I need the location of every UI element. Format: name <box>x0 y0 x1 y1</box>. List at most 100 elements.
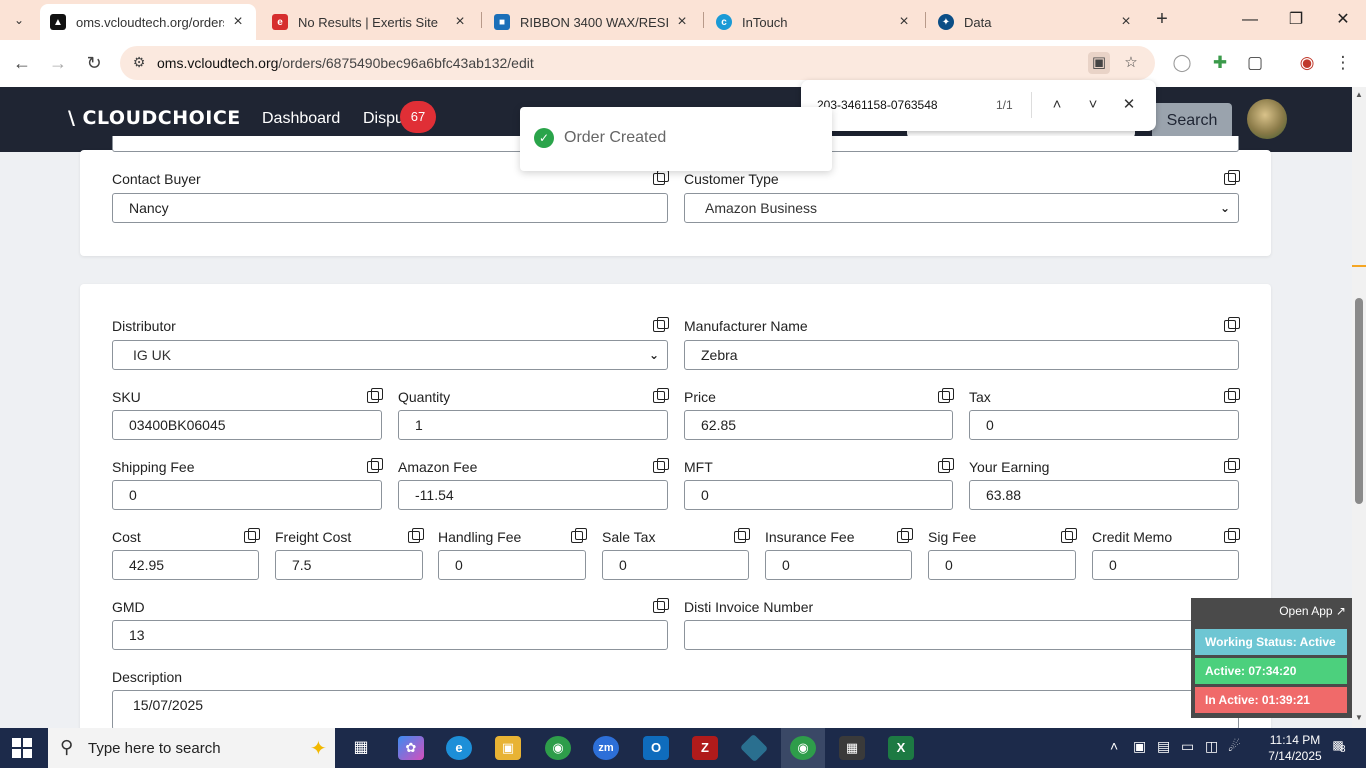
notifications-icon[interactable]: ▩ 8 <box>1328 738 1348 758</box>
disti-invoice-input[interactable] <box>684 620 1239 650</box>
copilot-icon[interactable]: ✿ <box>398 736 424 760</box>
outlook-icon[interactable]: O <box>643 736 669 760</box>
diamond-app-icon[interactable] <box>739 733 769 763</box>
bookmark-star-icon[interactable]: ☆ <box>1120 52 1142 74</box>
site-settings-icon[interactable]: ⚙ <box>130 54 148 72</box>
profile-icon[interactable]: ◉ <box>1295 51 1319 75</box>
copy-icon[interactable] <box>1224 388 1240 403</box>
contact-buyer-input[interactable]: Nancy <box>112 193 668 223</box>
gmd-input[interactable]: 13 <box>112 620 668 650</box>
copy-icon[interactable] <box>653 458 669 473</box>
copy-icon[interactable] <box>244 528 260 543</box>
windows-start-icon[interactable] <box>12 738 32 758</box>
find-close-icon[interactable]: ✕ <box>1118 94 1140 116</box>
scrollbar-thumb[interactable] <box>1355 298 1363 504</box>
tab-data[interactable]: ✦ Data × <box>928 4 1144 40</box>
find-query-input[interactable]: 203-3461158-0763548 <box>817 98 938 112</box>
scroll-down-arrow-icon[interactable]: ▼ <box>1352 711 1366 725</box>
back-arrow-icon[interactable]: ← <box>10 51 34 75</box>
edge-browser-icon[interactable]: e <box>446 736 472 760</box>
open-app-link[interactable]: Open App ↗ <box>1279 604 1346 618</box>
tab-close-icon[interactable]: × <box>674 13 690 31</box>
calculator-icon[interactable]: ▦ <box>839 736 865 760</box>
tab-close-icon[interactable]: × <box>230 13 246 31</box>
copy-icon[interactable] <box>897 528 913 543</box>
minimize-icon[interactable]: — <box>1238 8 1262 32</box>
taskbar-search-box[interactable]: ⚲ Type here to search ✦ <box>48 728 335 768</box>
copy-icon[interactable] <box>1061 528 1077 543</box>
copy-icon[interactable] <box>1224 528 1240 543</box>
task-view-icon[interactable]: ▦ <box>348 736 374 760</box>
scroll-up-arrow-icon[interactable]: ▲ <box>1352 88 1366 102</box>
sku-input[interactable]: 03400BK06045 <box>112 410 382 440</box>
nav-dashboard[interactable]: Dashboard <box>262 110 340 128</box>
your-earning-input[interactable]: 63.88 <box>969 480 1239 510</box>
file-explorer-icon[interactable]: ▣ <box>495 736 521 760</box>
amazon-fee-input[interactable]: -11.54 <box>398 480 668 510</box>
network-icon[interactable]: ◫ <box>1205 738 1218 755</box>
copy-icon[interactable] <box>1224 317 1240 332</box>
copy-icon[interactable] <box>1224 458 1240 473</box>
handling-fee-input[interactable]: 0 <box>438 550 586 580</box>
restore-icon[interactable]: ❐ <box>1284 8 1308 32</box>
quantity-input[interactable]: 1 <box>398 410 668 440</box>
zoom-icon[interactable]: zm <box>593 736 619 760</box>
copy-icon[interactable] <box>653 388 669 403</box>
copy-icon[interactable] <box>367 458 383 473</box>
reload-icon[interactable]: ↻ <box>82 51 106 75</box>
new-tab-plus-icon[interactable]: + <box>1150 8 1174 32</box>
nav-disputes[interactable]: Dispu <box>363 110 404 128</box>
description-textarea[interactable]: 15/07/2025 <box>112 690 1239 730</box>
tab-close-icon[interactable]: × <box>896 13 912 31</box>
extension-puzzle-green-icon[interactable]: ✚ <box>1208 51 1232 75</box>
tab-exertis[interactable]: e No Results | Exertis Site × <box>262 4 478 40</box>
shipping-fee-input[interactable]: 0 <box>112 480 382 510</box>
copy-icon[interactable] <box>367 388 383 403</box>
user-avatar[interactable] <box>1247 99 1287 139</box>
tray-overflow-chevron-icon[interactable]: ˄ <box>1110 738 1118 754</box>
excel-icon[interactable]: X <box>888 736 914 760</box>
copy-icon[interactable] <box>653 598 669 613</box>
window-close-icon[interactable]: ✕ <box>1331 8 1355 32</box>
search-button[interactable]: Search <box>1152 103 1232 139</box>
copy-icon[interactable] <box>408 528 424 543</box>
taskbar-clock[interactable]: 11:14 PM 7/14/2025 <box>1260 732 1330 764</box>
price-input[interactable]: 62.85 <box>684 410 953 440</box>
insurance-fee-input[interactable]: 0 <box>765 550 912 580</box>
copy-icon[interactable] <box>734 528 750 543</box>
tab-ribbon[interactable]: ■ RIBBON 3400 WAX/RESIN 60 × <box>484 4 700 40</box>
tax-input[interactable]: 0 <box>969 410 1239 440</box>
copy-icon[interactable] <box>938 388 954 403</box>
find-next-chevron-down-icon[interactable]: ˅ <box>1082 94 1104 116</box>
tab-oms-order[interactable]: ▲ oms.vcloudtech.org/orders/6 × <box>40 4 256 40</box>
manufacturer-input[interactable]: Zebra <box>684 340 1239 370</box>
battery-icon[interactable]: ▭ <box>1181 738 1194 755</box>
copy-icon[interactable] <box>571 528 587 543</box>
copy-icon[interactable] <box>653 317 669 332</box>
filezilla-icon[interactable]: Z <box>692 736 718 760</box>
browser-menu-icon[interactable]: ⋮ <box>1331 51 1355 75</box>
tab-close-icon[interactable]: × <box>1118 13 1134 31</box>
meet-now-icon[interactable]: ▣ <box>1133 738 1146 755</box>
translate-globe-icon[interactable]: ◯ <box>1170 51 1194 75</box>
customer-type-select[interactable]: Amazon Business ⌄ <box>684 193 1239 223</box>
credit-memo-input[interactable]: 0 <box>1092 550 1239 580</box>
find-in-page-icon[interactable]: ▣ <box>1088 52 1110 74</box>
sig-fee-input[interactable]: 0 <box>928 550 1076 580</box>
copy-icon[interactable] <box>938 458 954 473</box>
tab-search-chevron-icon[interactable]: ⌄ <box>8 9 30 31</box>
mft-input[interactable]: 0 <box>684 480 953 510</box>
volume-icon[interactable]: ☄ <box>1228 738 1241 755</box>
cloudchoice-logo[interactable]: \ CLOUDCHOICE <box>68 107 241 129</box>
extensions-puzzle-icon[interactable]: ▢ <box>1243 51 1267 75</box>
url-text[interactable]: oms.vcloudtech.org/orders/6875490bec96a6… <box>157 55 534 71</box>
distributor-select[interactable]: IG UK ⌄ <box>112 340 668 370</box>
chrome-icon[interactable]: ◉ <box>545 736 571 760</box>
sale-tax-input[interactable]: 0 <box>602 550 749 580</box>
forward-arrow-icon[interactable]: → <box>46 51 70 75</box>
tab-close-icon[interactable]: × <box>452 13 468 31</box>
address-bar[interactable]: ⚙ oms.vcloudtech.org/orders/6875490bec96… <box>120 46 1155 80</box>
cost-input[interactable]: 42.95 <box>112 550 259 580</box>
chrome-profile-icon[interactable]: ◉ <box>790 736 816 760</box>
find-previous-chevron-up-icon[interactable]: ˄ <box>1046 94 1068 116</box>
